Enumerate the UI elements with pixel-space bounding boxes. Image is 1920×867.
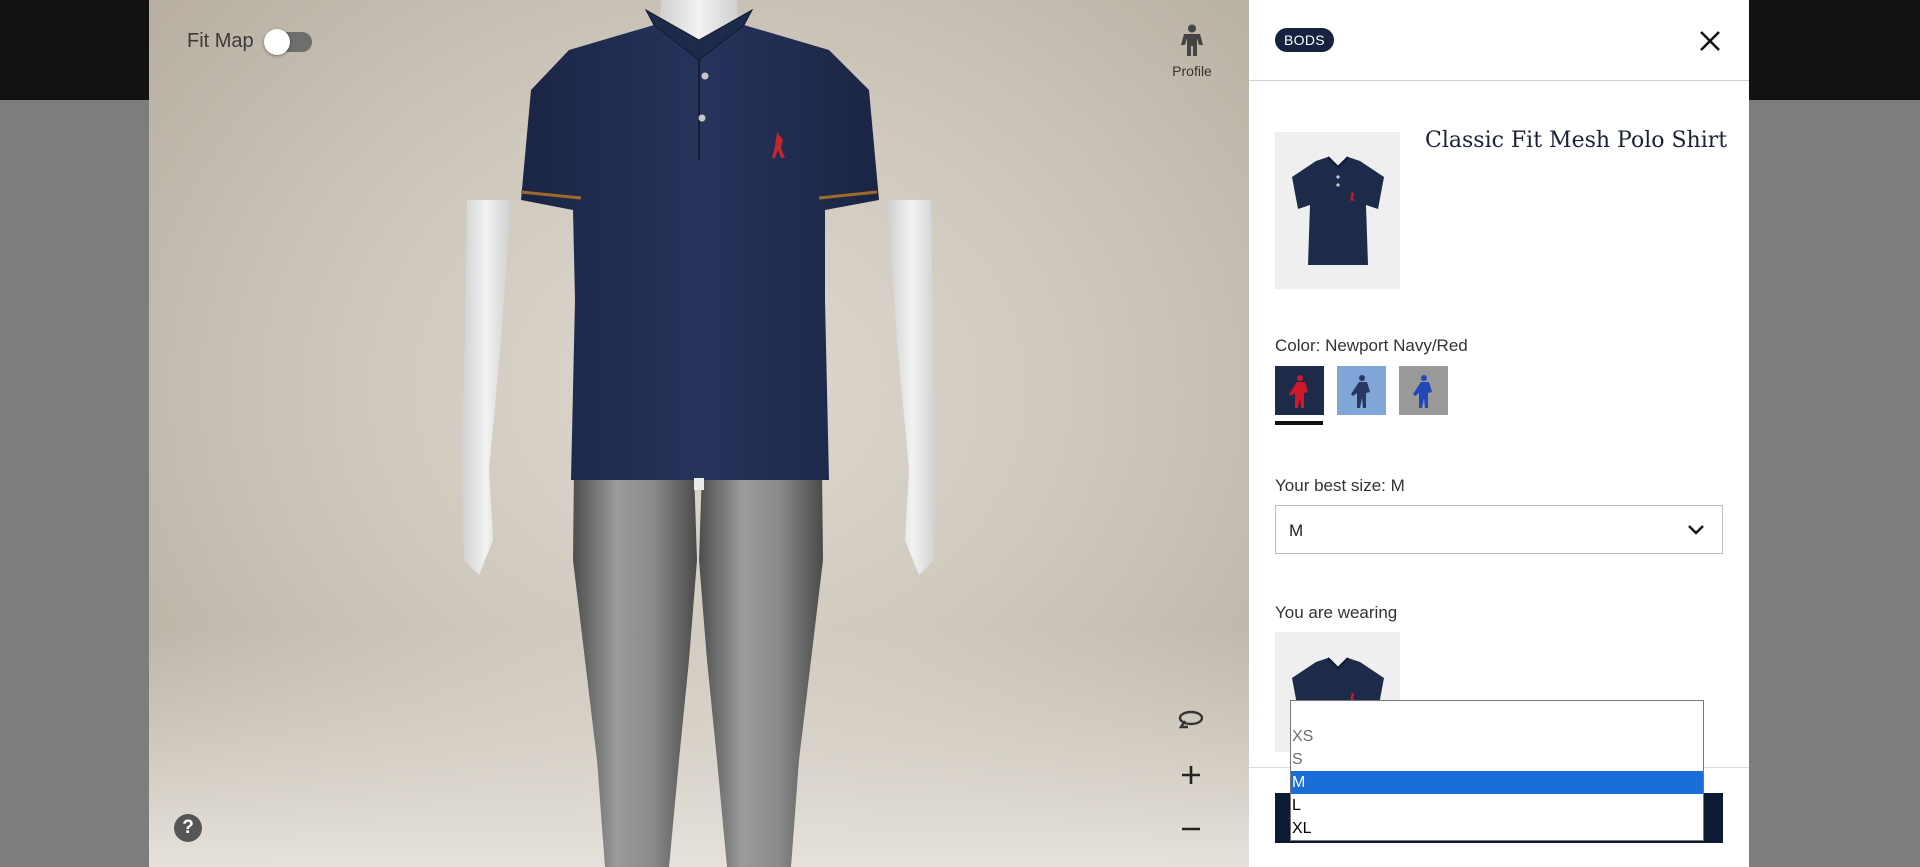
pony-logo-icon [1399,366,1448,415]
size-option-xl[interactable]: XL [1291,817,1703,840]
profile-button[interactable]: Profile [1162,24,1222,79]
size-select-value: M [1289,521,1304,540]
rotate-button[interactable] [1173,702,1209,738]
best-size-label: Your best size: M [1275,476,1405,495]
polo-shirt-image [1291,155,1384,265]
avatar-model [461,0,937,867]
color-label: Color: Newport Navy/Red [1275,336,1468,355]
help-icon: ? [182,817,194,838]
profile-label: Profile [1172,63,1212,79]
rotate-icon [1178,710,1204,729]
fit-map-control: Fit Map [187,28,312,55]
color-swatch-grey[interactable] [1399,366,1448,415]
product-image [1275,132,1400,289]
fit-map-toggle[interactable] [263,28,312,55]
pony-logo-icon [1275,366,1324,415]
minus-icon [1182,827,1200,831]
color-swatch-light-blue[interactable] [1337,366,1386,415]
size-option-xs: XS [1292,728,1314,745]
zoom-out-button[interactable] [1173,811,1209,847]
zoom-in-button[interactable] [1173,757,1209,793]
wearing-label: You are wearing [1275,603,1398,622]
panel-header: BODS [1249,0,1749,81]
brand-badge: BODS [1275,28,1334,52]
help-button[interactable]: ? [174,814,202,842]
close-button[interactable] [1693,24,1727,58]
color-swatch-newport-navy-red[interactable] [1275,366,1324,415]
person-icon [1181,24,1203,56]
selected-swatch-indicator [1275,421,1323,425]
chevron-down-icon [1686,520,1706,545]
size-option-s: S [1292,751,1303,768]
product-title: Classic Fit Mesh Polo Shirt [1425,128,1728,153]
pony-logo-icon [1337,366,1386,415]
fit-map-label: Fit Map [187,30,254,52]
size-option-l[interactable]: L [1291,794,1703,817]
size-option-m[interactable]: M [1291,771,1703,794]
size-option-empty [1291,701,1703,725]
size-select[interactable]: M [1275,505,1723,554]
close-icon [1700,31,1720,51]
fit-viewer[interactable]: Fit Map Profile ? [149,0,1249,867]
toggle-knob [263,28,290,55]
size-dropdown-list[interactable]: XS S M L XL [1290,700,1704,841]
plus-icon [1182,766,1200,784]
